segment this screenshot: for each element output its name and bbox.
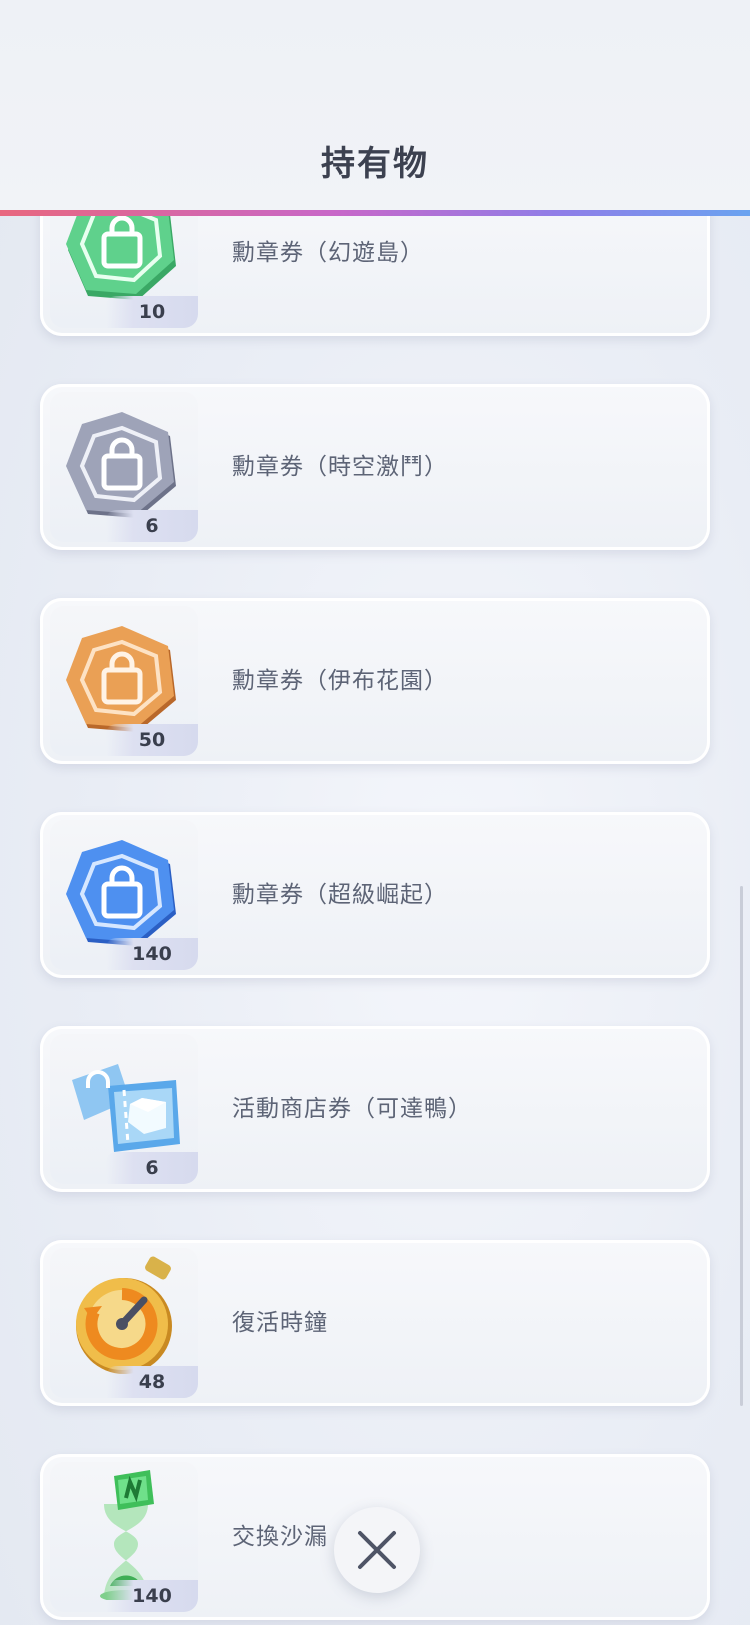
item-name: 復活時鐘 [232,1310,328,1336]
list-item[interactable]: 50 勳章券（伊布花園） [40,598,710,764]
item-thumbnail: 50 [50,606,198,756]
scrollbar[interactable] [740,886,743,1406]
item-quantity: 10 [106,296,198,328]
item-name: 勳章券（時空激鬥） [232,454,448,480]
item-thumbnail: 6 [50,1034,198,1184]
item-quantity: 50 [106,724,198,756]
item-name: 交換沙漏 [232,1524,328,1550]
item-name: 勳章券（伊布花園） [232,668,448,694]
item-name: 活動商店券（可達鴨） [232,1096,472,1122]
item-name: 勳章券（超級崛起） [232,882,448,908]
list-item[interactable]: 48 復活時鐘 [40,1240,710,1406]
list-item[interactable]: 6 勳章券（時空激鬥） [40,384,710,550]
header: 持有物 [0,0,750,213]
close-icon [358,1531,396,1569]
item-thumbnail: 48 [50,1248,198,1398]
item-quantity: 48 [106,1366,198,1398]
item-thumbnail: 140 [50,1462,198,1612]
item-thumbnail: 140 [50,820,198,970]
item-quantity: 140 [106,1580,198,1612]
list-item[interactable]: 140 勳章券（超級崛起） [40,812,710,978]
item-thumbnail: 6 [50,392,198,542]
item-quantity: 6 [106,1152,198,1184]
page-title: 持有物 [321,144,429,184]
item-list[interactable]: 10 勳章券（幻遊島） 6 勳章券（時空激鬥） 50 勳章券（伊布花園） 140… [0,0,750,1625]
close-button[interactable] [334,1507,420,1593]
item-quantity: 6 [106,510,198,542]
list-item[interactable]: 6 活動商店券（可達鴨） [40,1026,710,1192]
header-divider [0,210,750,216]
item-quantity: 140 [106,938,198,970]
